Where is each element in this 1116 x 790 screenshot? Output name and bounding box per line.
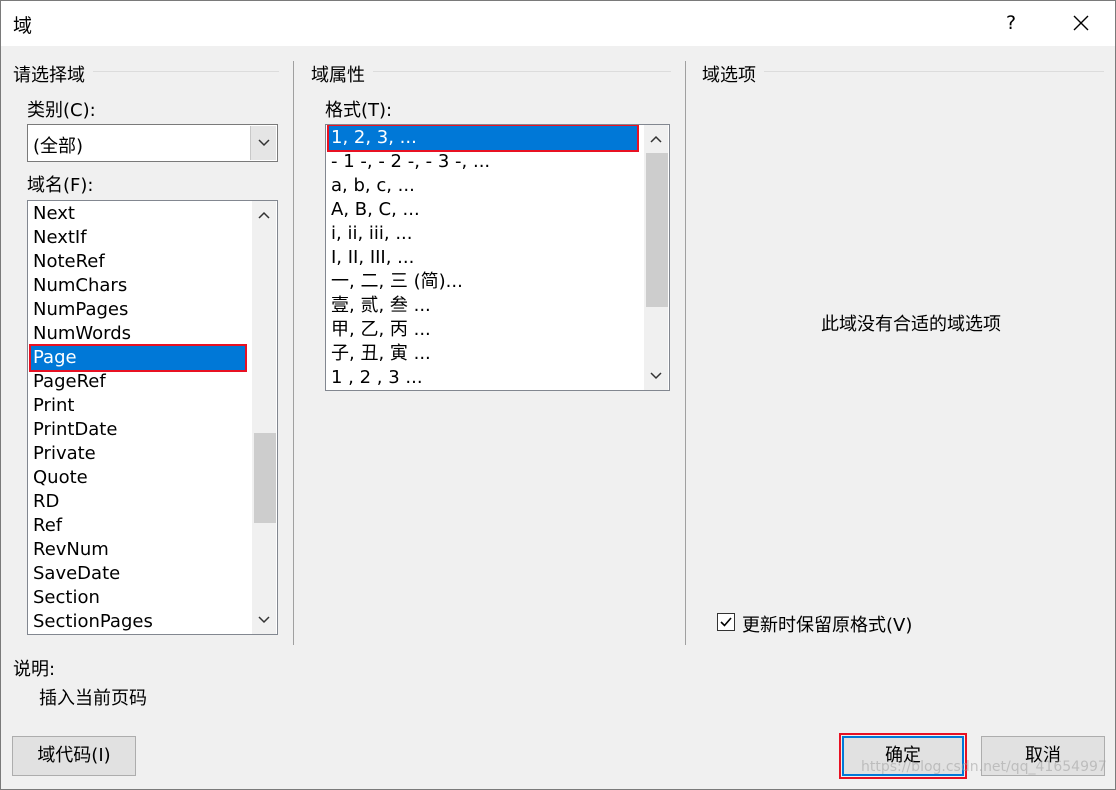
group-divider (373, 71, 671, 72)
category-label: 类别(C): (27, 100, 96, 121)
list-item[interactable]: 1 , 2 , 3 ... (329, 366, 637, 390)
field-codes-button[interactable]: 域代码(I) (12, 736, 136, 776)
chevron-up-icon (258, 211, 270, 219)
scrollbar-thumb[interactable] (646, 153, 668, 307)
format-list[interactable]: 1, 2, 3, ... - 1 -, - 2 -, - 3 -, ... a, b… (325, 124, 670, 391)
category-dropdown[interactable]: (全部) (27, 124, 278, 162)
list-item[interactable]: Print (31, 394, 245, 418)
list-item[interactable]: NumChars (31, 274, 245, 298)
scroll-down-button[interactable] (252, 608, 276, 632)
field-names-list[interactable]: Next NextIf NoteRef NumChars NumPages NumWord… (27, 200, 278, 635)
preserve-format-label: 更新时保留原格式(V) (742, 615, 913, 636)
field-list-scrollbar[interactable] (252, 201, 276, 634)
watermark: https://blog.csdn.net/qq_41654997 (861, 759, 1107, 775)
checkmark-icon (720, 617, 732, 627)
list-item[interactable]: Private (31, 442, 245, 466)
scrollbar-thumb[interactable] (254, 433, 276, 523)
list-item[interactable]: PrintDate (31, 418, 245, 442)
chevron-up-icon (650, 135, 662, 143)
scroll-down-button[interactable] (644, 364, 668, 388)
list-item[interactable]: NumPages (31, 298, 245, 322)
format-list-scrollbar[interactable] (644, 125, 668, 390)
list-item[interactable]: - 1 -, - 2 -, - 3 -, ... (329, 150, 637, 174)
list-item[interactable]: Next (31, 202, 245, 226)
close-button[interactable] (1059, 1, 1105, 46)
group-divider (93, 71, 279, 72)
list-item[interactable]: Quote (31, 466, 245, 490)
list-item[interactable]: Page (29, 344, 247, 372)
scroll-up-button[interactable] (252, 203, 276, 227)
list-item[interactable]: RD (31, 490, 245, 514)
list-item[interactable]: Section (31, 586, 245, 610)
field-names-label: 域名(F): (27, 175, 94, 196)
help-button[interactable]: ? (989, 1, 1033, 46)
field-dialog: 域 ? 请选择域 类别(C): (全部) 域名(F): Next NextIf … (0, 0, 1116, 790)
dialog-title: 域 (13, 15, 33, 37)
list-item[interactable]: SectionPages (31, 610, 245, 634)
list-item[interactable]: SaveDate (31, 562, 245, 586)
list-item[interactable]: 一, 二, 三 (简)... (329, 270, 637, 294)
chevron-down-icon (258, 616, 270, 624)
format-label: 格式(T): (325, 100, 393, 121)
description-text: 插入当前页码 (39, 688, 147, 709)
category-value: (全部) (33, 136, 84, 157)
title-bar: 域 ? (1, 1, 1115, 46)
field-options-group-title: 域选项 (702, 65, 756, 86)
list-item[interactable]: NoteRef (31, 250, 245, 274)
no-options-text: 此域没有合适的域选项 (821, 314, 1001, 335)
close-icon (1073, 15, 1089, 31)
list-item[interactable]: Ref (31, 514, 245, 538)
list-item[interactable]: RevNum (31, 538, 245, 562)
preserve-format-checkbox[interactable] (717, 613, 735, 631)
list-item[interactable]: NextIf (31, 226, 245, 250)
chevron-down-icon (650, 372, 662, 380)
list-item[interactable]: 甲, 乙, 丙 ... (329, 318, 637, 342)
list-item[interactable]: NumWords (31, 322, 245, 346)
list-item[interactable]: PageRef (31, 370, 245, 394)
description-label: 说明: (13, 659, 56, 680)
category-dropdown-button[interactable] (250, 126, 276, 160)
list-item[interactable]: I, II, III, ... (329, 246, 637, 270)
field-properties-group-title: 域属性 (311, 65, 365, 86)
list-item[interactable]: 壹, 贰, 叁 ... (329, 294, 637, 318)
list-item[interactable]: 1, 2, 3, ... (327, 125, 639, 152)
list-item[interactable]: A, B, C, ... (329, 198, 637, 222)
list-item[interactable]: 子, 丑, 寅 ... (329, 342, 637, 366)
group-divider (764, 71, 1104, 72)
section-divider (293, 61, 294, 645)
chevron-down-icon (258, 139, 270, 147)
list-item[interactable]: i, ii, iii, ... (329, 222, 637, 246)
select-field-group-title: 请选择域 (13, 65, 85, 86)
section-divider (685, 61, 686, 645)
scroll-up-button[interactable] (644, 127, 668, 151)
list-item[interactable]: a, b, c, ... (329, 174, 637, 198)
